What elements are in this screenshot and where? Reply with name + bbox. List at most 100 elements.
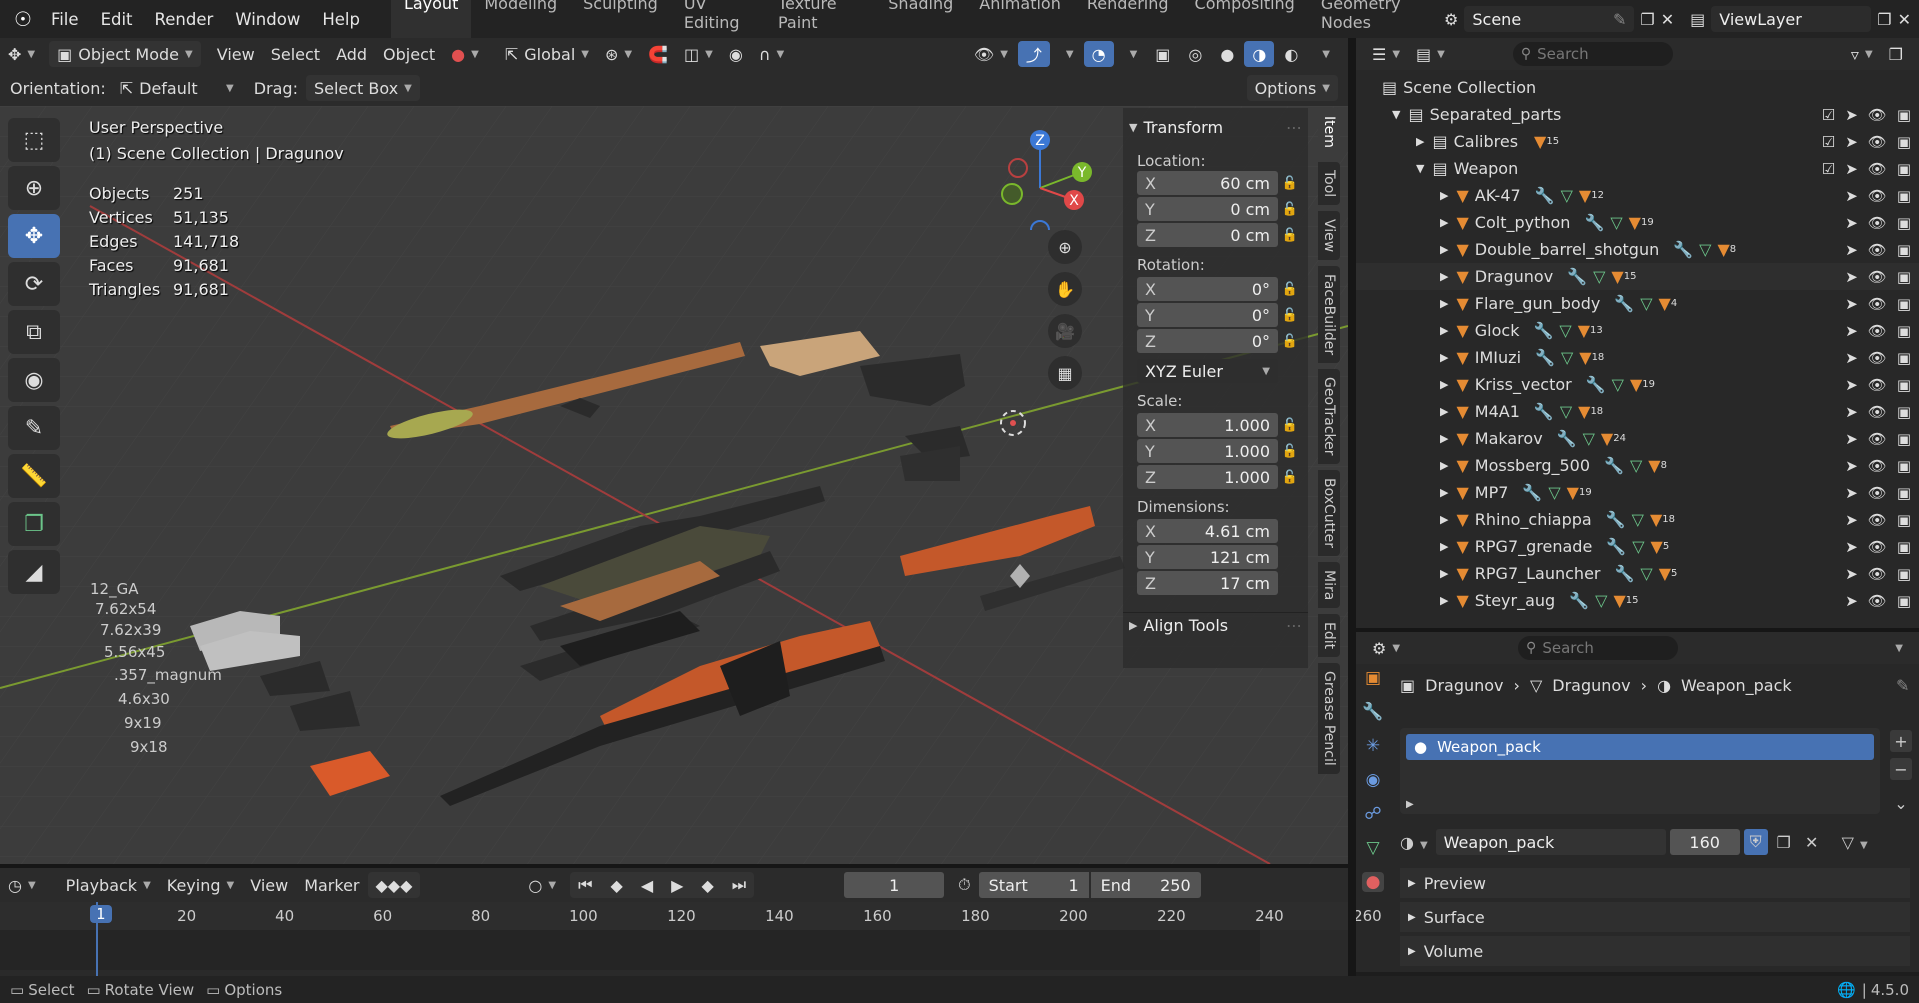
shading-wireframe-icon[interactable]: ◎	[1180, 41, 1210, 67]
select-arrow-icon[interactable]: ➤	[1845, 403, 1858, 421]
sidebar-tab-facebuilder[interactable]: FaceBuilder	[1318, 266, 1340, 364]
outliner-row-calibres[interactable]: ▶ ▤ Calibres ▼ 15 ☑ ➤ 👁 ▣	[1356, 128, 1919, 155]
select-arrow-icon[interactable]: ➤	[1845, 241, 1858, 259]
delete-view-layer-icon[interactable]: ✕	[1898, 10, 1911, 29]
select-arrow-icon[interactable]: ➤	[1845, 106, 1858, 124]
material-count-icon[interactable]: ▼	[1611, 267, 1623, 286]
eye-icon[interactable]: 👁	[1868, 457, 1887, 475]
shading-rendered-icon[interactable]: ◐	[1276, 41, 1306, 67]
eye-icon[interactable]: 👁	[1868, 106, 1887, 124]
mesh-data-icon[interactable]: ▽	[1640, 294, 1652, 313]
modifier-icon[interactable]: 🔧	[1673, 240, 1693, 259]
tab-geometry-nodes[interactable]: Geometry Nodes	[1308, 0, 1444, 38]
view-menu[interactable]: View	[209, 41, 263, 67]
material-count-icon[interactable]: ▼	[1567, 483, 1579, 502]
timeline-view-menu[interactable]: View	[242, 872, 296, 898]
outliner-row-weapon-item[interactable]: ▶ ▼ Glock 🔧 ▽ ▼ 13 ➤ 👁 ▣	[1356, 317, 1919, 344]
add-cube-tool-icon[interactable]: ❐	[8, 502, 60, 546]
lock-icon[interactable]: 🔓	[1278, 470, 1302, 485]
eye-icon[interactable]: 👁	[1868, 322, 1887, 340]
data-properties-icon[interactable]: ▽	[1366, 838, 1379, 858]
sidebar-tab-mira[interactable]: Mira	[1318, 562, 1340, 609]
rotation-mode-dropdown[interactable]: XYZ Euler ▼	[1137, 359, 1278, 383]
select-arrow-icon[interactable]: ➤	[1845, 187, 1858, 205]
playhead[interactable]	[96, 902, 98, 976]
checkbox-icon[interactable]: ☑	[1822, 133, 1835, 151]
tab-animation[interactable]: Animation	[966, 0, 1074, 38]
select-box-tool-icon[interactable]: ⬚	[8, 118, 60, 162]
camera-icon[interactable]: ▣	[1897, 241, 1911, 259]
eye-icon[interactable]: 👁	[1868, 565, 1887, 583]
modifier-icon[interactable]: 🔧	[1522, 483, 1542, 502]
modifier-icon[interactable]: 🔧	[1534, 402, 1554, 421]
outliner-row-separated-parts[interactable]: ▼ ▤ Separated_parts ☑ ➤ 👁 ▣	[1356, 101, 1919, 128]
material-count-icon[interactable]: ▼	[1659, 564, 1671, 583]
outliner-editor-type-icon[interactable]: ☰ ▼	[1364, 41, 1408, 67]
eye-icon[interactable]: 👁	[1868, 187, 1887, 205]
scale-y-field[interactable]: Y 1.000	[1137, 439, 1278, 463]
camera-icon[interactable]: ▣	[1897, 214, 1911, 232]
play-reverse-icon[interactable]: ◀	[633, 872, 661, 898]
mesh-data-icon[interactable]: ▽	[1595, 591, 1607, 610]
dimensions-z-field[interactable]: Z 17 cm	[1137, 571, 1278, 595]
location-x-field[interactable]: X 60 cm	[1137, 171, 1278, 195]
tab-sculpting[interactable]: Sculpting	[570, 0, 671, 38]
eye-icon[interactable]: 👁	[1868, 349, 1887, 367]
section-volume[interactable]: ▶ Volume	[1400, 936, 1910, 966]
drag-handle-icon[interactable]: ⋯	[1286, 118, 1302, 137]
eye-icon[interactable]: 👁	[1868, 538, 1887, 556]
select-arrow-icon[interactable]: ➤	[1845, 349, 1858, 367]
select-arrow-icon[interactable]: ➤	[1845, 133, 1858, 151]
modifier-icon[interactable]: 🔧	[1606, 537, 1626, 556]
rotate-tool-icon[interactable]: ⟳	[8, 262, 60, 306]
camera-icon[interactable]: ▣	[1897, 484, 1911, 502]
scene-selector[interactable]: Scene ✎	[1464, 6, 1635, 32]
shading-solid-icon[interactable]: ●	[1212, 41, 1242, 67]
stopwatch-icon[interactable]: ⏱	[950, 872, 978, 898]
chevron-right-icon[interactable]: ▶	[1440, 405, 1448, 418]
material-count-icon[interactable]: ▼	[1717, 240, 1729, 259]
outliner-row-weapon-item[interactable]: ▶ ▼ Mossberg_500 🔧 ▽ ▼ 8 ➤ 👁 ▣	[1356, 452, 1919, 479]
timeline[interactable]: 1 20 40 60 80 100 120 140 160 180 200 220 240 260	[0, 902, 1382, 976]
measure-tool-icon[interactable]: 📏	[8, 454, 60, 498]
menu-help[interactable]: Help	[311, 10, 371, 29]
constraints-properties-icon[interactable]: ☍	[1364, 804, 1381, 824]
select-arrow-icon[interactable]: ➤	[1845, 565, 1858, 583]
modifier-icon[interactable]: 🔧	[1584, 213, 1604, 232]
outliner-row-weapon-item[interactable]: ▶ ▼ IMIuzi 🔧 ▽ ▼ 18 ➤ 👁 ▣	[1356, 344, 1919, 371]
area-separator[interactable]	[1356, 628, 1919, 632]
mesh-data-icon[interactable]: ▽	[1561, 186, 1573, 205]
material-properties-icon[interactable]: ●	[1361, 872, 1385, 892]
area-separator[interactable]	[0, 864, 1348, 868]
dimensions-x-field[interactable]: X 4.61 cm	[1137, 519, 1278, 543]
dimensions-y-field[interactable]: Y 121 cm	[1137, 545, 1278, 569]
remove-slot-button[interactable]: −	[1890, 758, 1912, 780]
current-frame-field[interactable]: 1	[844, 872, 945, 898]
new-collection-icon[interactable]: ❐	[1881, 41, 1911, 67]
material-count-icon[interactable]: ▼	[1579, 348, 1591, 367]
chevron-right-icon[interactable]: ▶	[1440, 189, 1448, 202]
menu-render[interactable]: Render	[144, 10, 225, 29]
eye-icon[interactable]: 👁	[1868, 376, 1887, 394]
tab-texture-paint[interactable]: Texture Paint	[765, 0, 875, 38]
outliner-row-scene-collection[interactable]: ▤ Scene Collection	[1356, 74, 1919, 101]
material-name-field[interactable]: Weapon_pack	[1435, 829, 1666, 855]
checkbox-icon[interactable]: ☑	[1822, 160, 1835, 178]
outliner-row-weapon-item[interactable]: ▶ ▼ Double_barrel_shotgun 🔧 ▽ ▼ 8 ➤ 👁 ▣	[1356, 236, 1919, 263]
transform-tool-icon[interactable]: ◉	[8, 358, 60, 402]
chevron-right-icon[interactable]: ▶	[1440, 486, 1448, 499]
sidebar-tab-grease-pencil[interactable]: Grease Pencil	[1318, 663, 1340, 775]
lock-icon[interactable]: 🔓	[1278, 176, 1302, 191]
section-preview[interactable]: ▶ Preview	[1400, 868, 1910, 898]
chevron-right-icon[interactable]: ▶	[1416, 135, 1424, 148]
lock-icon[interactable]: 🔓	[1278, 202, 1302, 217]
next-keyframe-icon[interactable]: ◆	[693, 872, 721, 898]
gizmo-toggle-icon[interactable]: ⤴	[1017, 41, 1050, 67]
lock-icon[interactable]: 🔓	[1278, 444, 1302, 459]
delete-scene-icon[interactable]: ✕	[1661, 10, 1674, 29]
material-browse-icon[interactable]: ◑ ▼	[1400, 833, 1428, 852]
tab-modeling[interactable]: Modeling	[471, 0, 570, 38]
view-layer-selector[interactable]: ViewLayer	[1711, 6, 1872, 32]
boxcutter-tool-icon[interactable]: ◢	[8, 550, 60, 594]
move-tool-icon[interactable]: ✥	[8, 214, 60, 258]
